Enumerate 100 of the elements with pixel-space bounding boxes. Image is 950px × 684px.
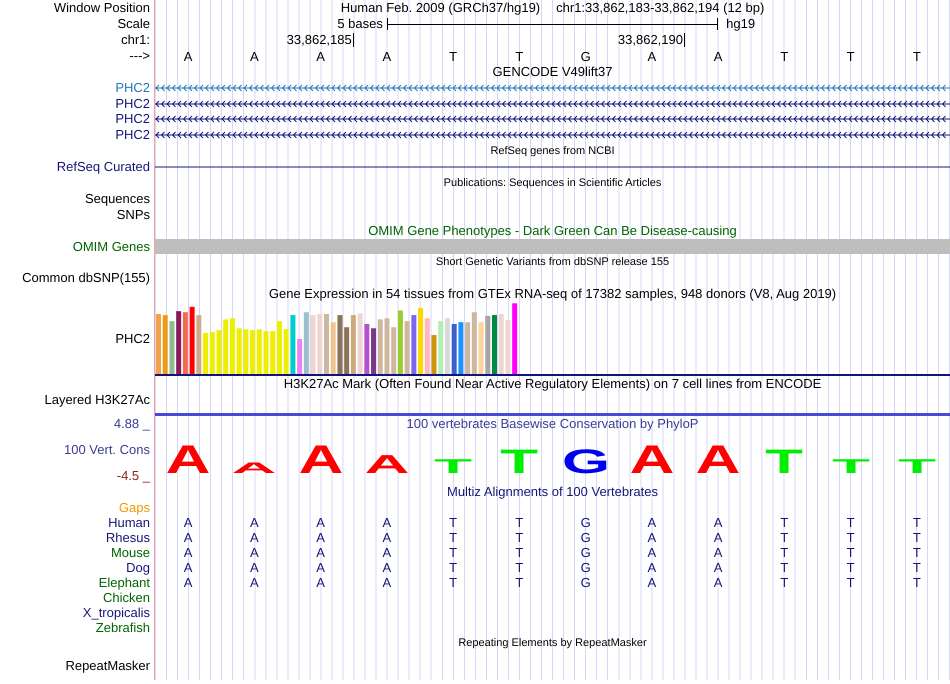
assembly-name: Human Feb. 2009 (GRCh37/hg19) — [340, 0, 540, 16]
expression-bar — [492, 315, 497, 374]
track-title: GENCODE V49lift37 — [492, 64, 614, 80]
logo-letter: A — [298, 438, 343, 478]
base-letter: T — [448, 545, 458, 560]
base-letter: T — [514, 48, 524, 64]
scale-text: 5 bases — [337, 16, 383, 32]
logo-letter: T — [832, 454, 870, 478]
base-letter: A — [712, 515, 724, 530]
base-letter: T — [514, 545, 524, 560]
base-letter: T — [514, 515, 524, 530]
track-label: OMIM Genes — [72, 239, 150, 254]
track-label: ---> — [129, 48, 150, 64]
base-letter: T — [448, 530, 458, 545]
track-title: Publications: Sequences in Scientific Articles — [442, 176, 662, 191]
base-letter: A — [646, 530, 658, 545]
track-label: Scale — [117, 16, 150, 32]
track-label: Mouse — [110, 545, 150, 560]
logo-letter: T — [898, 454, 936, 478]
base-letter: A — [249, 560, 260, 575]
track-title: Multiz Alignments of 100 Vertebrates — [446, 484, 659, 500]
logo-letter: T — [500, 442, 538, 478]
base-letter: A — [315, 560, 326, 575]
base-letter: A — [249, 545, 260, 560]
coordinate-label: 33,862,185 — [286, 33, 354, 47]
base-letter: T — [846, 545, 856, 560]
base-letter: G — [580, 560, 592, 575]
track-label: Common dbSNP(155) — [22, 270, 150, 286]
base-letter: T — [912, 530, 922, 545]
base-letter: A — [646, 560, 658, 575]
base-letter: A — [712, 560, 724, 575]
track-label: Layered H3K27Ac — [44, 392, 150, 408]
base-letter: A — [382, 545, 392, 560]
base-letter: A — [382, 48, 392, 64]
base-letter: A — [646, 515, 658, 530]
base-letter: T — [779, 515, 790, 530]
base-letter: A — [646, 575, 658, 590]
track-label: PHC2 — [115, 112, 150, 128]
track-label: Window Position — [54, 0, 150, 16]
base-letter: A — [249, 48, 260, 64]
base-letter: A — [382, 515, 392, 530]
track-label: Gaps — [118, 500, 150, 515]
base-letter: T — [779, 560, 790, 575]
track-label: PHC2 — [115, 96, 150, 112]
track-label: Human — [108, 515, 150, 530]
base-letter: A — [382, 560, 392, 575]
base-letter: T — [448, 560, 458, 575]
base-letter: T — [448, 575, 458, 590]
base-letter: G — [580, 530, 592, 545]
base-letter: T — [514, 530, 524, 545]
base-letter: T — [846, 560, 856, 575]
base-letter: A — [315, 48, 326, 64]
track-title: RefSeq genes from NCBI — [489, 144, 616, 159]
expression-bar — [156, 314, 161, 374]
track-label: PHC2 — [115, 127, 150, 143]
track-label: PHC2 — [115, 80, 150, 96]
base-letter: T — [912, 575, 922, 590]
base-letter: G — [580, 515, 592, 530]
base-letter: T — [514, 575, 524, 590]
base-letter: T — [846, 48, 856, 64]
track-label: RefSeq Curated — [56, 159, 150, 175]
track-label: chr1: — [121, 32, 150, 48]
track-label: SNPs — [116, 207, 150, 223]
track-label: RepeatMasker — [65, 658, 150, 674]
base-letter: T — [912, 48, 922, 64]
base-letter: T — [779, 48, 790, 64]
logo-letter: A — [166, 438, 210, 478]
base-letter: G — [580, 545, 592, 560]
base-letter: A — [712, 48, 724, 64]
logo-letter: T — [434, 454, 472, 478]
base-letter: T — [846, 575, 856, 590]
track-title: Repeating Elements by RepeatMasker — [457, 636, 648, 651]
base-letter: T — [779, 530, 790, 545]
base-letter: A — [382, 575, 392, 590]
base-letter: A — [712, 530, 724, 545]
track-label: Sequences — [84, 191, 150, 207]
base-letter: A — [182, 575, 194, 590]
logo-letter: A — [629, 438, 674, 478]
track-label: Elephant — [98, 575, 150, 590]
track-label: X_tropicalis — [82, 605, 150, 620]
base-letter: A — [182, 560, 194, 575]
track-label: 4.88 _ — [114, 416, 150, 432]
base-letter: A — [315, 530, 326, 545]
base-letter: A — [315, 515, 326, 530]
base-letter: T — [779, 575, 790, 590]
assembly-label: hg19 — [726, 16, 756, 31]
logo-letter: A — [696, 438, 740, 478]
base-letter: T — [846, 530, 856, 545]
expression-bar — [512, 303, 518, 374]
track-title: 100 vertebrates Basewise Conservation by PhyloP — [406, 416, 700, 432]
track-label: Zebrafish — [96, 620, 150, 635]
base-letter: G — [580, 48, 592, 64]
base-letter: T — [912, 545, 922, 560]
base-letter: A — [646, 545, 658, 560]
track-title: Short Genetic Variants from dbSNP release 155 — [434, 255, 670, 270]
base-letter: A — [249, 530, 260, 545]
base-letter: T — [514, 560, 524, 575]
logo-letter: T — [765, 442, 804, 478]
base-letter: A — [182, 530, 194, 545]
base-letter: A — [646, 48, 658, 64]
